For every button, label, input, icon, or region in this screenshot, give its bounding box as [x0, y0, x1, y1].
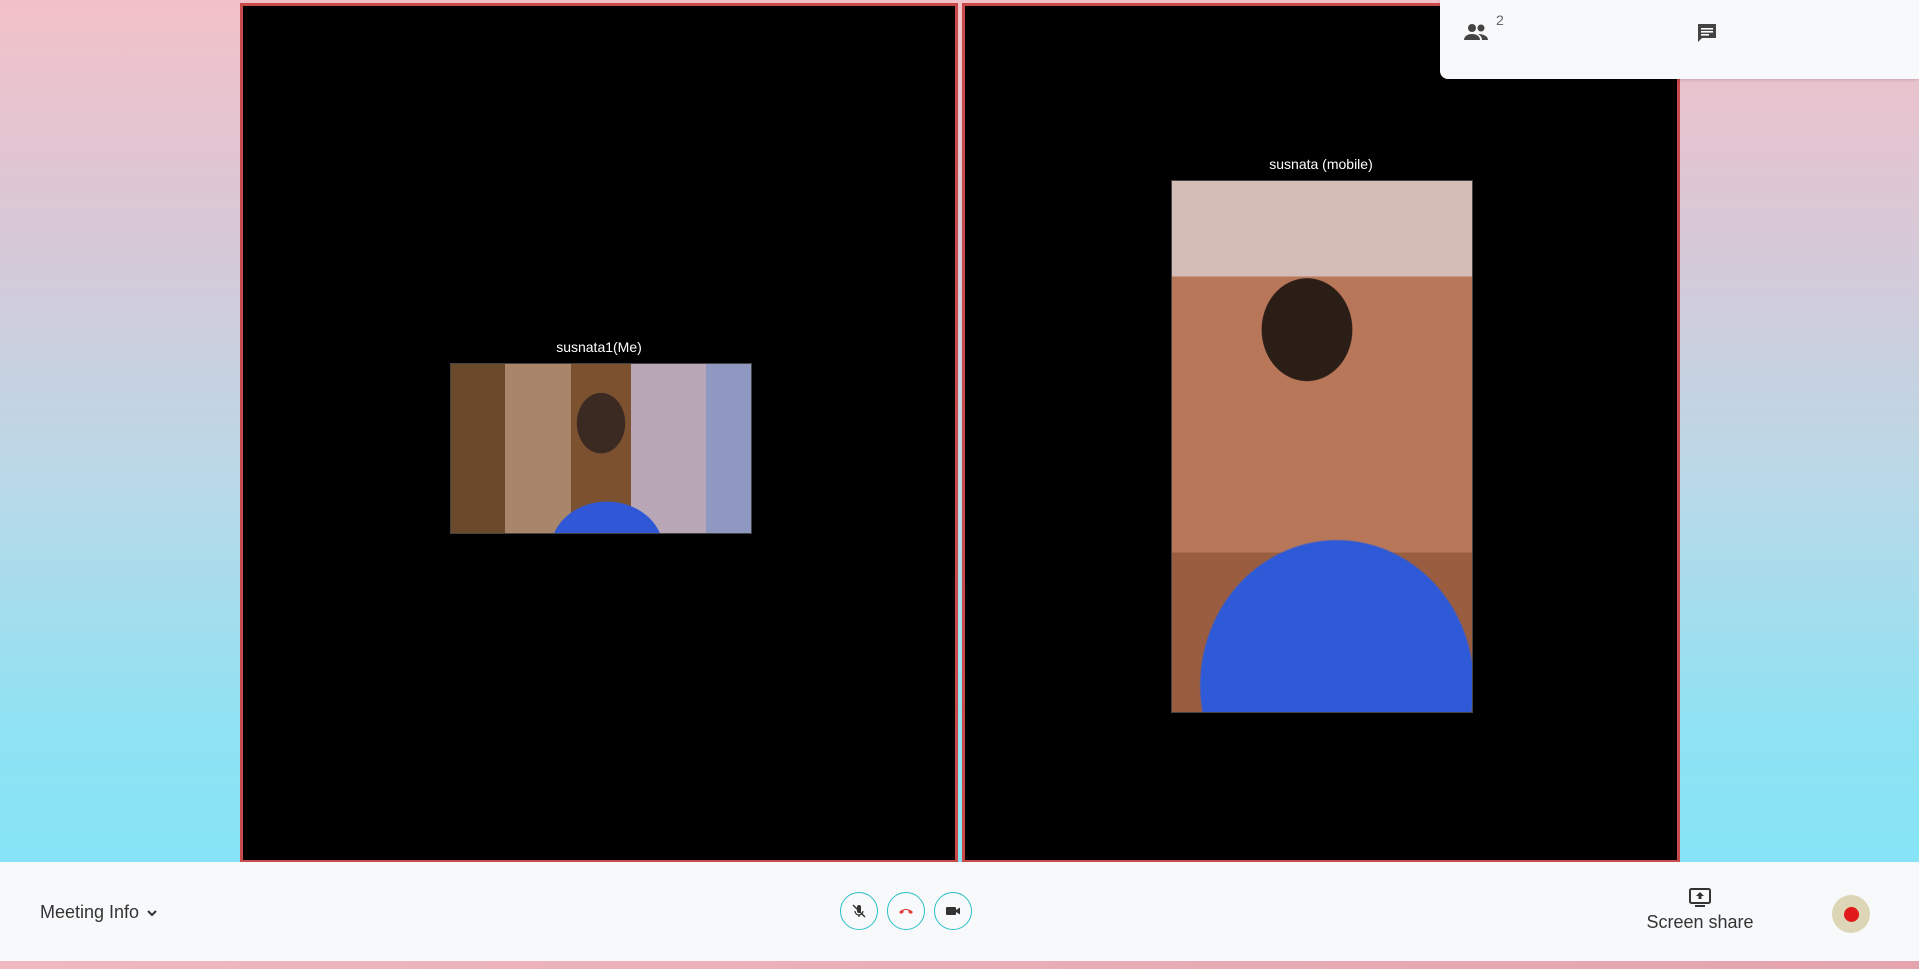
record-icon [1843, 906, 1859, 922]
participant-tile-mobile: susnata (mobile) [962, 3, 1680, 863]
participant-name-label: susnata1(Me) [556, 339, 642, 355]
phone-hangup-icon [899, 909, 913, 914]
meeting-info-label: Meeting Info [40, 902, 140, 922]
screen-share-label: Screen share [1646, 912, 1754, 932]
mic-off-icon [852, 904, 866, 918]
hang-up-button[interactable] [887, 892, 925, 930]
mute-button[interactable] [840, 892, 878, 930]
participant-video-mobile [1171, 180, 1473, 713]
participant-tile-me: susnata1(Me) [240, 3, 958, 863]
participant-name-label: susnata (mobile) [1269, 156, 1373, 172]
screen-share-button[interactable]: Screen share [1640, 888, 1760, 933]
screen-share-icon [1689, 888, 1711, 907]
video-camera-icon [946, 907, 960, 915]
people-icon[interactable] [1463, 22, 1489, 42]
participant-count: 2 [1496, 12, 1504, 28]
bottom-toolbar: Meeting Info Screen share [0, 862, 1919, 961]
camera-button[interactable] [934, 892, 972, 930]
video-grid: susnata1(Me) susnata (mobile) [240, 3, 1680, 863]
call-controls [840, 892, 972, 930]
chevron-down-icon [147, 909, 157, 916]
bottom-accent-strip [0, 961, 1919, 969]
chat-icon[interactable] [1695, 21, 1719, 45]
meeting-info-dropdown[interactable]: Meeting Info [40, 902, 159, 923]
participant-video-me [450, 363, 752, 534]
record-button[interactable] [1832, 895, 1870, 933]
top-side-panel: 2 [1440, 0, 1919, 79]
